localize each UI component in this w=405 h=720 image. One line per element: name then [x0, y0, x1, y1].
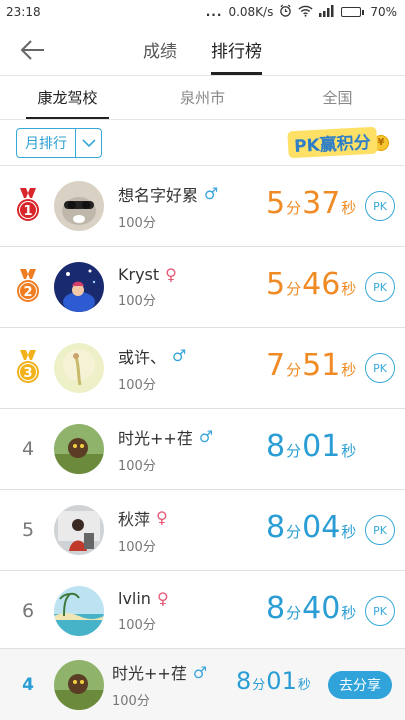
tab-leaderboard[interactable]: 排行榜 [211, 24, 262, 75]
filter-row: 月排行 PK赢积分 ¥ [0, 120, 405, 166]
pk-promo-text: PK赢积分 [287, 126, 378, 159]
scope-tab-city[interactable]: 泉州市 [135, 76, 270, 119]
avatar[interactable] [54, 181, 104, 231]
completion-time: 7 分 51 秒 [266, 348, 357, 383]
user-score: 100分 [118, 618, 156, 633]
user-name: 想名字好累 [118, 185, 199, 205]
tab-results[interactable]: 成绩 [143, 24, 177, 75]
scope-tab-school[interactable]: 康龙驾校 [0, 76, 135, 119]
pk-promo-banner[interactable]: PK赢积分 ¥ [287, 126, 389, 159]
male-icon: ♂ [172, 346, 187, 365]
user-score: 100分 [118, 458, 156, 474]
notification-dots: ... [205, 5, 223, 19]
pk-button[interactable]: PK [365, 515, 395, 545]
header: 成绩 排行榜 [0, 24, 405, 76]
ranking-row[interactable]: 3 或许、 ♂ 100分 7 分 51 秒 PK [0, 328, 405, 409]
completion-time: 8 分 40 秒 [266, 591, 357, 626]
completion-time: 8 分 01 秒 [266, 429, 357, 464]
user-name: lvlin [118, 589, 151, 608]
scope-tab-national[interactable]: 全国 [270, 76, 405, 119]
status-bar: 23:18 ... 0.08K/s 70% [0, 0, 405, 24]
bronze-rank-medal-icon: 3 [17, 350, 39, 383]
user-score: 100分 [118, 539, 156, 555]
female-icon: ♀ [156, 589, 169, 608]
period-dropdown-label: 月排行 [25, 135, 67, 152]
my-rank-number: 4 [22, 674, 34, 695]
male-icon: ♂ [204, 184, 219, 203]
ranking-list: 1 想名字好累 ♂ 100分 5 分 37 秒 PK 2 Kryst ♀ 100… [0, 166, 405, 652]
completion-time: 8 分 04 秒 [266, 510, 357, 545]
gold-rank-medal-icon: 1 [17, 188, 39, 221]
share-button[interactable]: 去分享 [328, 671, 392, 699]
female-icon: ♀ [165, 265, 177, 284]
user-name: 时光++荏 [118, 428, 193, 448]
header-tabs: 成绩 排行榜 [143, 24, 262, 75]
signal-icon [319, 4, 335, 20]
battery-percent: 70% [370, 5, 397, 19]
ranking-row[interactable]: 1 想名字好累 ♂ 100分 5 分 37 秒 PK [0, 166, 405, 247]
ranking-row[interactable]: 6 lvlin ♀ 100分 8 分 40 秒 PK [0, 571, 405, 652]
user-score: 100分 [118, 215, 156, 231]
my-rank-bar: 4 时光++荏 ♂ 100分 8 分 01 秒 去分享 [0, 648, 405, 720]
rank-number: 4 [21, 438, 35, 460]
pk-button[interactable]: PK [365, 191, 395, 221]
rank-number: 5 [21, 519, 35, 541]
wifi-icon [298, 5, 313, 20]
pk-button[interactable]: PK [365, 596, 395, 626]
arrow-left-icon [20, 40, 44, 60]
svg-text:2: 2 [23, 285, 32, 300]
pk-button[interactable]: PK [365, 272, 395, 302]
completion-time: 5 分 37 秒 [266, 186, 357, 221]
avatar[interactable] [54, 505, 104, 555]
silver-rank-medal-icon: 2 [17, 269, 39, 302]
user-name: 或许、 [118, 347, 167, 367]
ranking-row[interactable]: 2 Kryst ♀ 100分 5 分 46 秒 PK [0, 247, 405, 328]
my-avatar[interactable] [54, 659, 104, 710]
ranking-row[interactable]: 5 秋萍 ♀ 100分 8 分 04 秒 PK [0, 490, 405, 571]
user-name: 秋萍 [118, 509, 151, 529]
rank-number: 6 [21, 600, 35, 622]
period-dropdown[interactable]: 月排行 [16, 127, 102, 158]
female-icon: ♀ [156, 508, 168, 527]
male-icon: ♂ [198, 427, 214, 446]
back-button[interactable] [18, 36, 48, 64]
svg-text:3: 3 [23, 366, 32, 381]
user-score: 100分 [118, 294, 156, 309]
chevron-down-icon [75, 128, 101, 157]
avatar[interactable] [54, 586, 104, 636]
battery-icon [341, 7, 365, 17]
avatar[interactable] [54, 262, 104, 312]
avatar[interactable] [54, 343, 104, 393]
alarm-icon [279, 4, 292, 20]
network-speed: 0.08K/s [228, 5, 274, 19]
status-time: 23:18 [6, 5, 41, 19]
avatar[interactable] [54, 424, 104, 474]
svg-text:1: 1 [23, 204, 32, 219]
user-name: Kryst [118, 265, 160, 284]
my-completion-time: 8 分 01 秒 [236, 667, 311, 695]
user-score: 100分 [118, 377, 156, 393]
male-icon: ♂ [192, 662, 208, 682]
ranking-row[interactable]: 4 时光++荏 ♂ 100分 8 分 01 秒 [0, 409, 405, 490]
my-user-name: 时光++荏 [112, 664, 187, 683]
pk-button[interactable]: PK [365, 353, 395, 383]
completion-time: 5 分 46 秒 [266, 267, 357, 302]
scope-tabs: 康龙驾校 泉州市 全国 [0, 76, 405, 120]
